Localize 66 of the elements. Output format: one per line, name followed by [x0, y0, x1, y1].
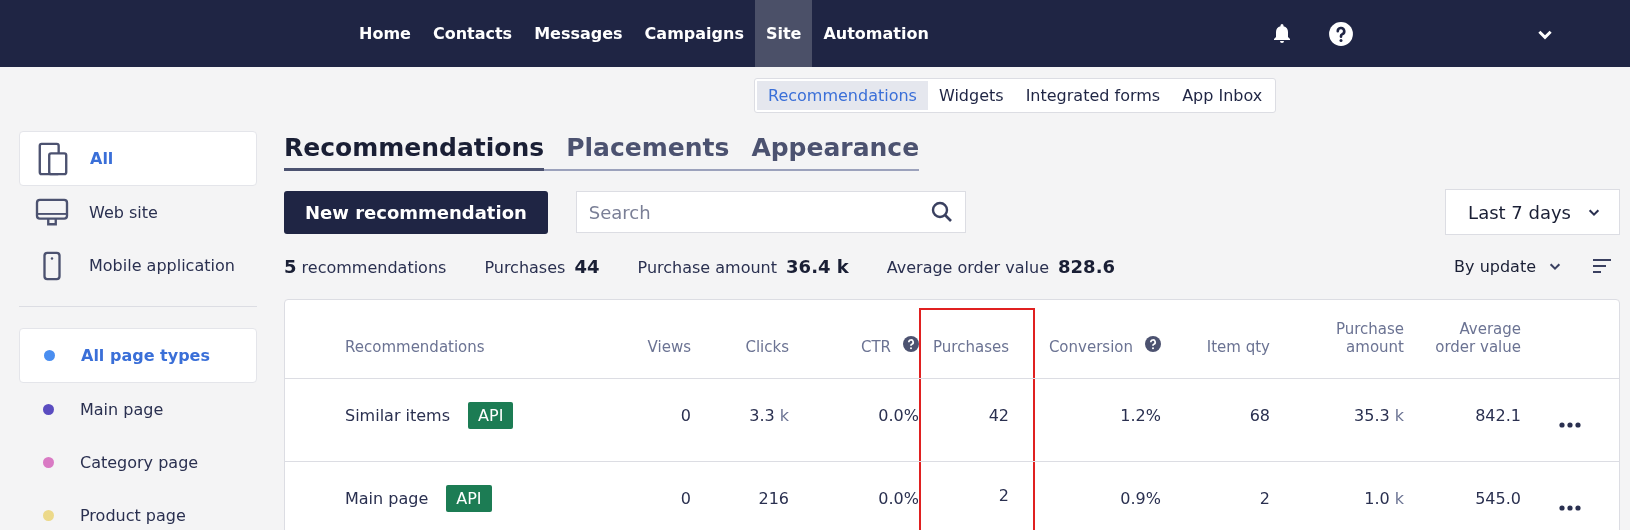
page-type-item[interactable]: Product page — [19, 489, 257, 530]
summary-stat: Purchases 44 — [484, 255, 600, 277]
table-cell: 0 — [680, 488, 691, 508]
sub-tab[interactable]: Widgets — [927, 80, 1015, 110]
sub-tab[interactable]: Integrated forms — [1014, 80, 1172, 110]
sort-lines-icon[interactable] — [1592, 258, 1612, 274]
column-header[interactable]: Purchases — [919, 308, 1035, 378]
channel-item[interactable]: Web site — [19, 186, 257, 239]
more-icon[interactable] — [1559, 422, 1581, 428]
summary-stat: Purchase amount 36.4 k — [637, 255, 849, 277]
page-type-item[interactable]: Category page — [19, 436, 257, 489]
summary-stat: Average order value 828.6 — [886, 255, 1115, 277]
column-header[interactable]: Average order value — [1404, 300, 1521, 378]
table-cell: 842.1 — [1475, 405, 1521, 425]
column-header[interactable]: Clicks — [691, 300, 789, 378]
monitor-icon — [35, 197, 69, 228]
recommendation-name[interactable]: Main page — [345, 488, 429, 508]
table-cell: 0.0% — [878, 405, 919, 425]
api-badge: API — [446, 484, 492, 512]
devices-icon — [36, 141, 70, 176]
help-icon[interactable] — [1145, 336, 1161, 352]
page-tab[interactable]: Recommendations — [284, 133, 545, 171]
nav-link[interactable]: Contacts — [421, 0, 524, 67]
column-header[interactable]: Views — [601, 300, 691, 378]
sub-tab[interactable]: App Inbox — [1171, 80, 1274, 110]
column-header[interactable]: Recommendations — [285, 300, 601, 378]
table-cell: 68 — [1249, 405, 1270, 425]
table-cell: 216 — [758, 488, 789, 508]
channel-item[interactable]: Mobile application — [19, 239, 257, 292]
more-icon[interactable] — [1559, 505, 1581, 511]
new-recommendation-button[interactable]: New recommendation — [284, 190, 548, 234]
table-cell: 1.0 k — [1364, 488, 1404, 508]
nav-link[interactable]: Site — [754, 0, 813, 67]
help-icon[interactable] — [1327, 20, 1354, 47]
search-icon — [929, 200, 954, 224]
api-badge: API — [468, 401, 514, 429]
nav-link[interactable]: Messages — [523, 0, 634, 67]
column-header[interactable]: Purchase amount — [1270, 300, 1404, 378]
table-cell: 1.2% — [1120, 405, 1161, 425]
page-tab[interactable]: Appearance — [751, 133, 920, 171]
table-cell: 42 — [988, 405, 1009, 425]
table-cell: 545.0 — [1475, 488, 1521, 508]
recommendation-name[interactable]: Similar items — [345, 405, 451, 425]
table-cell: 2 — [998, 486, 1009, 505]
period-dropdown[interactable]: Last 7 days — [1445, 189, 1620, 235]
column-header[interactable]: Conversion — [1033, 300, 1161, 378]
search-field[interactable]: Search — [575, 191, 966, 233]
table-cell: 0 — [680, 405, 691, 425]
sort-dropdown[interactable]: By update — [1448, 255, 1568, 277]
page-type-item[interactable]: Main page — [19, 383, 257, 436]
nav-link[interactable]: Campaigns — [633, 0, 755, 67]
column-header[interactable]: CTR — [789, 300, 919, 378]
recommendation-count: 5 recommendations — [284, 255, 447, 277]
nav-link[interactable]: Automation — [812, 0, 940, 67]
sub-tab[interactable]: Recommendations — [757, 80, 928, 110]
help-icon[interactable] — [903, 336, 919, 352]
page-tab[interactable]: Placements — [566, 133, 730, 171]
column-header[interactable]: Item qty — [1161, 300, 1270, 378]
table-cell: 0.9% — [1120, 488, 1161, 508]
table-cell: 3.3 k — [749, 405, 789, 425]
table-cell: 35.3 k — [1354, 405, 1404, 425]
table-cell: 2 — [1259, 488, 1270, 508]
page-type-item[interactable]: All page types — [19, 328, 257, 383]
channel-item[interactable]: All — [19, 131, 257, 186]
nav-link[interactable]: Home — [348, 0, 422, 67]
table-cell: 0.0% — [878, 488, 919, 508]
